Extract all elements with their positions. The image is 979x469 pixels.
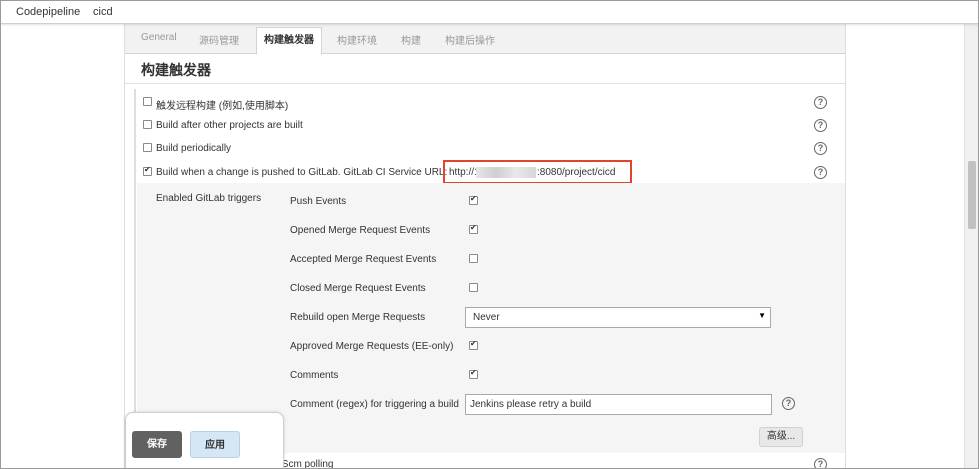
dropdown-arrow-icon: ▼	[758, 311, 766, 320]
rebuild-select-value: Never	[473, 312, 500, 323]
save-button[interactable]: 保存	[132, 431, 182, 458]
tab-build-environment[interactable]: 构建环境	[337, 32, 377, 47]
trigger-after-other-projects-checkbox[interactable]	[143, 120, 152, 129]
help-icon[interactable]: ?	[814, 166, 827, 179]
section-title: 构建触发器	[141, 62, 211, 78]
help-icon[interactable]: ?	[814, 96, 827, 109]
gitlab-service-url-suffix: :8080/project/cicd	[537, 167, 616, 178]
section-indent-bar	[134, 89, 136, 449]
closed-merge-request-events-checkbox[interactable]	[469, 283, 478, 292]
breadcrumb: Codepipeline cicd	[1, 1, 978, 24]
comment-regex-input[interactable]	[465, 394, 772, 415]
opened-merge-request-events-checkbox[interactable]	[469, 223, 478, 234]
comment-regex-label: Comment (regex) for triggering a build	[290, 399, 459, 410]
tab-source-management[interactable]: 源码管理	[199, 32, 239, 47]
help-icon[interactable]: ?	[814, 142, 827, 155]
trigger-gitlab-push-label: Build when a change is pushed to GitLab.…	[156, 167, 448, 178]
redacted-ip-address	[476, 167, 536, 178]
breadcrumb-item-cicd[interactable]: cicd	[93, 6, 113, 18]
trigger-gitlab-push-checkbox[interactable]	[143, 165, 152, 176]
job-config-panel: General 源码管理 构建触发器 构建环境 构建 构建后操作 构建触发器 触…	[124, 23, 846, 468]
trigger-remote-label: 触发远程构建 (例如,使用脚本)	[156, 101, 289, 112]
closed-merge-request-events-label: Closed Merge Request Events	[290, 283, 426, 294]
accepted-merge-request-events-checkbox[interactable]	[469, 254, 478, 263]
page-scrollbar[interactable]	[964, 23, 978, 468]
rebuild-open-merge-requests-select[interactable]: Never ▼	[465, 307, 771, 328]
save-apply-bar: 保存 应用	[125, 412, 284, 468]
config-tabs: General 源码管理 构建触发器 构建环境 构建 构建后操作	[125, 23, 845, 55]
tab-post-build-actions[interactable]: 构建后操作	[445, 32, 495, 47]
accepted-merge-request-events-label: Accepted Merge Request Events	[290, 254, 437, 265]
trigger-periodically-label: Build periodically	[156, 143, 232, 154]
tab-build-triggers[interactable]: 构建触发器	[256, 27, 322, 55]
tab-build[interactable]: 构建	[401, 32, 421, 47]
advanced-button[interactable]: 高级...	[759, 427, 803, 447]
push-events-checkbox[interactable]	[469, 194, 478, 205]
trigger-after-other-projects-label: Build after other projects are built	[156, 120, 303, 131]
push-events-label: Push Events	[290, 196, 347, 207]
apply-button[interactable]: 应用	[190, 431, 240, 458]
trigger-remote-checkbox[interactable]	[143, 97, 152, 106]
gitlab-service-url-highlight: http://19 :8080/project/cicd	[443, 160, 632, 184]
trigger-periodically-checkbox[interactable]	[143, 143, 152, 152]
opened-merge-request-events-label: Opened Merge Request Events	[290, 225, 431, 236]
scrollbar-thumb[interactable]	[968, 161, 976, 229]
browser-viewport: Codepipeline cicd General 源码管理 构建触发器 构建环…	[0, 0, 979, 469]
comments-label: Comments	[290, 370, 339, 381]
help-icon[interactable]: ?	[814, 458, 827, 468]
approved-merge-requests-checkbox[interactable]	[469, 339, 478, 350]
tab-general[interactable]: General	[141, 32, 177, 43]
enabled-gitlab-triggers-label: Enabled GitLab triggers	[156, 193, 262, 204]
help-icon[interactable]: ?	[782, 397, 795, 410]
section-divider	[125, 83, 845, 84]
breadcrumb-item-codepipeline[interactable]: Codepipeline	[16, 6, 80, 18]
comments-checkbox[interactable]	[469, 368, 478, 379]
rebuild-open-merge-requests-label: Rebuild open Merge Requests	[290, 312, 426, 323]
approved-merge-requests-label: Approved Merge Requests (EE-only)	[290, 341, 454, 352]
help-icon[interactable]: ?	[814, 119, 827, 132]
